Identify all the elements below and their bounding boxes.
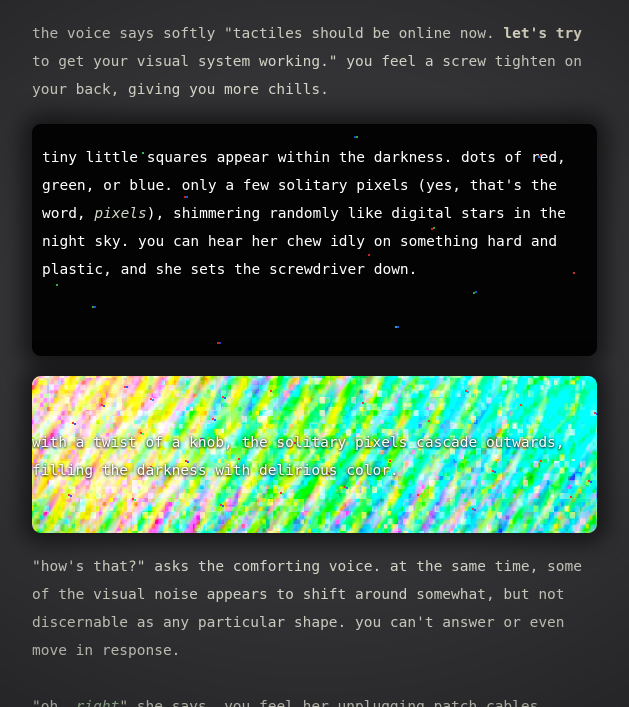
paragraph-closing-line-1-a: "oh, xyxy=(32,699,76,707)
paragraph-closing-line-1: "oh, right" she says. you feel her unplu… xyxy=(32,693,597,707)
paragraph-intro-line-1-text: the voice says softly "tactiles should b… xyxy=(32,26,504,42)
story-page: the voice says softly "tactiles should b… xyxy=(0,0,629,707)
dark-block-top-spacer xyxy=(0,104,629,124)
dark-block-line-2: green, or blue. only a few solitary pixe… xyxy=(42,178,558,194)
color-block-line-1: with a twist of a knob, the solitary pix… xyxy=(32,435,565,451)
dark-block-line-3: word, pixels), shimmering randomly like … xyxy=(42,200,587,228)
paragraph-closing-line-1-b: " she says. you feel her unplugging patc… xyxy=(119,699,539,707)
pixel-dot xyxy=(56,284,58,286)
top-spacer xyxy=(0,0,629,20)
pixel-dot xyxy=(475,291,477,293)
paragraph-intro-line-2: to get your visual system working." you … xyxy=(32,54,582,70)
paragraph-response: "how's that?" asks the comforting voice.… xyxy=(0,553,629,665)
paragraph-closing: "oh, right" she says. you feel her unplu… xyxy=(0,693,629,707)
dark-pixel-block: tiny little squares appear within the da… xyxy=(32,124,597,356)
dark-block-line-3-a: word, xyxy=(42,206,95,222)
dark-block-text: tiny little squares appear within the da… xyxy=(32,124,597,284)
dark-block-line-5: plastic, and she sets the screwdriver do… xyxy=(42,262,418,278)
after-color-block-spacer xyxy=(0,533,629,553)
paragraph-closing-italic-right: right xyxy=(75,699,120,707)
pixel-dot xyxy=(92,306,94,308)
dark-block-line-4: night sky. you can hear her chew idly on… xyxy=(42,234,558,250)
paragraph-intro: the voice says softly "tactiles should b… xyxy=(0,20,629,104)
pixel-dot xyxy=(473,292,475,294)
paragraph-response-line-1: "how's that?" asks the comforting voice.… xyxy=(32,559,582,575)
pixel-dot xyxy=(217,342,219,344)
paragraph-response-line-4: move in response. xyxy=(32,643,181,659)
paragraph-intro-line-1: the voice says softly "tactiles should b… xyxy=(32,20,597,48)
color-block-top-spacer xyxy=(0,356,629,376)
color-block-text: with a twist of a knob, the solitary pix… xyxy=(32,429,597,485)
dark-block-line-1: tiny little squares appear within the da… xyxy=(42,150,566,166)
paragraph-intro-line-3: your back, giving you more chills. xyxy=(32,82,329,98)
pixel-dot xyxy=(397,326,399,328)
color-noise-block: with a twist of a knob, the solitary pix… xyxy=(32,376,597,533)
pixel-dot xyxy=(395,326,397,328)
paragraph-intro-emphasis: let's try xyxy=(503,26,582,42)
paragraph-response-line-3: discernable as any particular shape. you… xyxy=(32,615,565,631)
dark-block-italic-pixels: pixels xyxy=(94,206,147,222)
pixel-dot xyxy=(94,306,96,308)
dark-block-line-3-b: ), shimmering randomly like digital star… xyxy=(146,206,566,222)
paragraph-response-line-2: of the visual noise appears to shift aro… xyxy=(32,587,565,603)
color-block-line-2: filling the darkness with delirious colo… xyxy=(32,463,399,479)
pixel-dot xyxy=(219,342,221,344)
